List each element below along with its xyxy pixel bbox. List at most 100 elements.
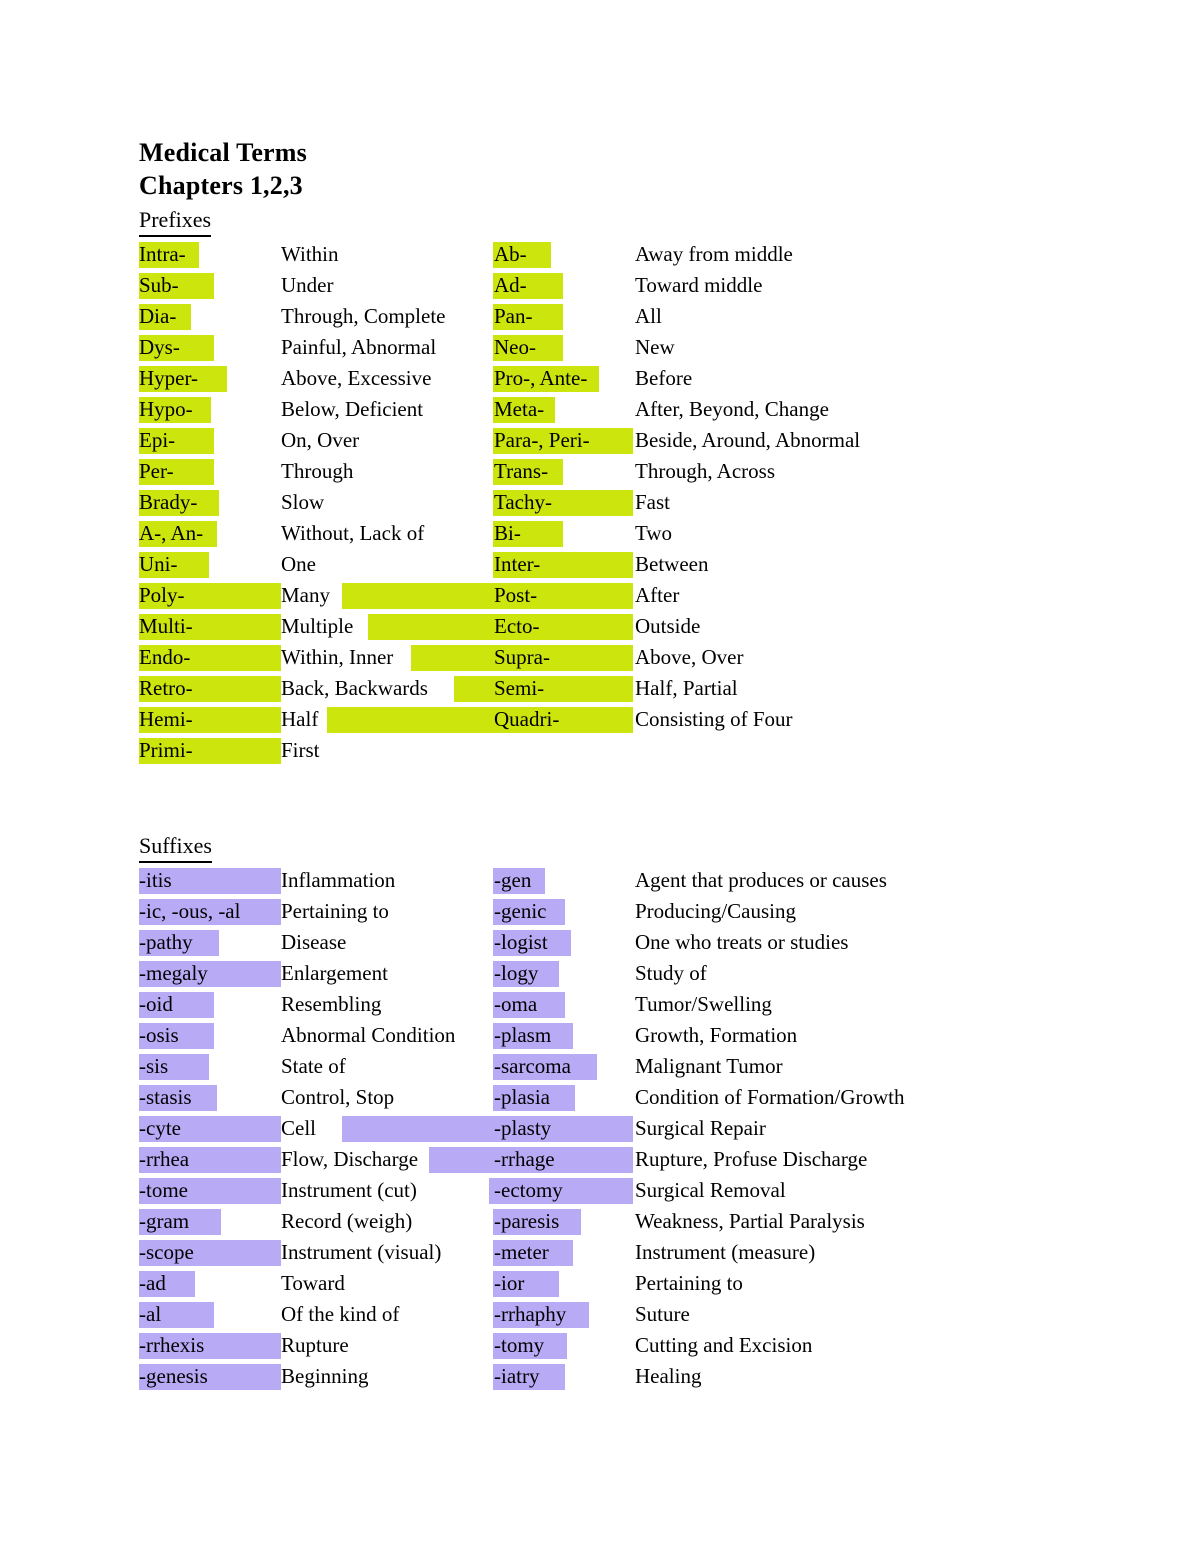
- term-cell: Multi-: [139, 614, 193, 638]
- table-row: Hypo- Below, Deficient Meta- After, Beyond,…: [139, 394, 1079, 425]
- term-cell: A-, An-: [139, 521, 204, 545]
- table-row: Per- Through Trans- Through, Across: [139, 456, 1079, 487]
- table-row: Hyper- Above, Excessive Pro-, Ante- Before: [139, 363, 1079, 394]
- term-cell: -sarcoma: [494, 1054, 571, 1078]
- table-row: Dys- Painful, Abnormal Neo- New: [139, 332, 1079, 363]
- meaning-cell: Agent that produces or causes: [635, 868, 887, 892]
- table-row: Poly- Many Post- After: [139, 580, 1079, 611]
- term-cell: Meta-: [494, 397, 545, 421]
- meaning-cell: Surgical Removal: [635, 1178, 786, 1202]
- meaning-cell: Painful, Abnormal: [281, 335, 437, 359]
- table-row: -sis State of -sarcoma Malignant Tumor: [139, 1051, 1079, 1082]
- table-row: -al Of the kind of -rrhaphy Suture: [139, 1299, 1079, 1330]
- table-row: -gram Record (weigh) -paresis Weakness, Par…: [139, 1206, 1079, 1237]
- highlight-band: [327, 707, 494, 733]
- term-cell: -rrhea: [139, 1147, 190, 1171]
- meaning-cell: Without, Lack of: [281, 521, 425, 545]
- table-row: Sub- Under Ad- Toward middle: [139, 270, 1079, 301]
- term-cell: -plasia: [494, 1085, 550, 1109]
- term-cell: Hyper-: [139, 366, 199, 390]
- meaning-cell: Instrument (measure): [635, 1240, 816, 1264]
- term-cell: Retro-: [139, 676, 193, 700]
- meaning-cell: Between: [635, 552, 709, 576]
- term-cell: -gen: [494, 868, 532, 892]
- term-cell: -genesis: [139, 1364, 208, 1388]
- term-cell: Ab-: [494, 242, 527, 266]
- meaning-cell: Flow, Discharge: [281, 1147, 419, 1171]
- meaning-cell: Two: [635, 521, 673, 545]
- meaning-cell: All: [635, 304, 662, 328]
- table-row: -tome Instrument (cut) -ectomy Surgical Rem…: [139, 1175, 1079, 1206]
- table-row: A-, An- Without, Lack of Bi- Two: [139, 518, 1079, 549]
- highlight-band: [411, 645, 494, 671]
- term-cell: -logist: [494, 930, 548, 954]
- term-cell: -sis: [139, 1054, 169, 1078]
- term-cell: Sub-: [139, 273, 179, 297]
- term-cell: -ic, -ous, -al: [139, 899, 241, 923]
- meaning-cell: Rupture: [281, 1333, 349, 1357]
- term-cell: Per-: [139, 459, 174, 483]
- meaning-cell: Through, Complete: [281, 304, 446, 328]
- meaning-cell: Within: [281, 242, 339, 266]
- prefixes-section-heading: Prefixes: [139, 204, 212, 237]
- meaning-cell: Record (weigh): [281, 1209, 413, 1233]
- term-cell: Bi-: [494, 521, 521, 545]
- table-row: -ad Toward -ior Pertaining to: [139, 1268, 1079, 1299]
- term-cell: -oma: [494, 992, 538, 1016]
- meaning-cell: Disease: [281, 930, 347, 954]
- term-cell: -ad: [139, 1271, 166, 1295]
- meaning-cell: Above, Over: [635, 645, 744, 669]
- document-content: Medical Terms Chapters 1,2,3 Prefixes In…: [139, 136, 1079, 1392]
- term-cell: -genic: [494, 899, 547, 923]
- table-row: -pathy Disease -logist One who treats or st…: [139, 927, 1079, 958]
- meaning-cell: Cell: [281, 1116, 316, 1140]
- table-row: Hemi- Half Quadri- Consisting of Four: [139, 704, 1079, 735]
- meaning-cell: Multiple: [281, 614, 354, 638]
- meaning-cell: Pertaining to: [281, 899, 389, 923]
- meaning-cell: Enlargement: [281, 961, 388, 985]
- meaning-cell: Tumor/Swelling: [635, 992, 772, 1016]
- meaning-cell: On, Over: [281, 428, 360, 452]
- meaning-cell: Instrument (cut): [281, 1178, 417, 1202]
- table-row: Dia- Through, Complete Pan- All: [139, 301, 1079, 332]
- term-cell: -pathy: [139, 930, 193, 954]
- meaning-cell: Resembling: [281, 992, 382, 1016]
- table-row: -oid Resembling -oma Tumor/Swelling: [139, 989, 1079, 1020]
- meaning-cell: Before: [635, 366, 693, 390]
- meaning-cell: Condition of Formation/Growth: [635, 1085, 905, 1109]
- meaning-cell: New: [635, 335, 675, 359]
- meaning-cell: Abnormal Condition: [281, 1023, 456, 1047]
- meaning-cell: Cutting and Excision: [635, 1333, 813, 1357]
- term-cell: -logy: [494, 961, 539, 985]
- term-cell: Supra-: [494, 645, 550, 669]
- term-cell: Tachy-: [494, 490, 552, 514]
- table-row: Intra- Within Ab- Away from middle: [139, 239, 1079, 270]
- table-row: -ic, -ous, -al Pertaining to -genic Produci…: [139, 896, 1079, 927]
- term-cell: Pan-: [494, 304, 533, 328]
- term-cell: -tomy: [494, 1333, 545, 1357]
- term-cell: Post-: [494, 583, 538, 607]
- term-cell: Ad-: [494, 273, 527, 297]
- meaning-cell: Below, Deficient: [281, 397, 424, 421]
- term-cell: Hemi-: [139, 707, 193, 731]
- term-cell: -rrhaphy: [494, 1302, 567, 1326]
- meaning-cell: Above, Excessive: [281, 366, 432, 390]
- term-cell: Endo-: [139, 645, 191, 669]
- table-row: -rrhea Flow, Discharge -rrhage Rupture, Pro…: [139, 1144, 1079, 1175]
- meaning-cell: Toward: [281, 1271, 345, 1295]
- suffixes-section-heading: Suffixes: [139, 830, 212, 863]
- meaning-cell: Through: [281, 459, 354, 483]
- meaning-cell: Producing/Causing: [635, 899, 796, 923]
- meaning-cell: Surgical Repair: [635, 1116, 766, 1140]
- meaning-cell: Control, Stop: [281, 1085, 395, 1109]
- term-cell: -paresis: [494, 1209, 560, 1233]
- term-cell: Pro-, Ante-: [494, 366, 588, 390]
- meaning-cell: Back, Backwards: [281, 676, 428, 700]
- meaning-cell: Instrument (visual): [281, 1240, 442, 1264]
- term-cell: -oid: [139, 992, 173, 1016]
- table-row: -rrhexis Rupture -tomy Cutting and Excision: [139, 1330, 1079, 1361]
- meaning-cell: Under: [281, 273, 334, 297]
- meaning-cell: First: [281, 738, 320, 762]
- table-row: -itis Inflammation -gen Agent that produces…: [139, 865, 1079, 896]
- meaning-cell: Inflammation: [281, 868, 396, 892]
